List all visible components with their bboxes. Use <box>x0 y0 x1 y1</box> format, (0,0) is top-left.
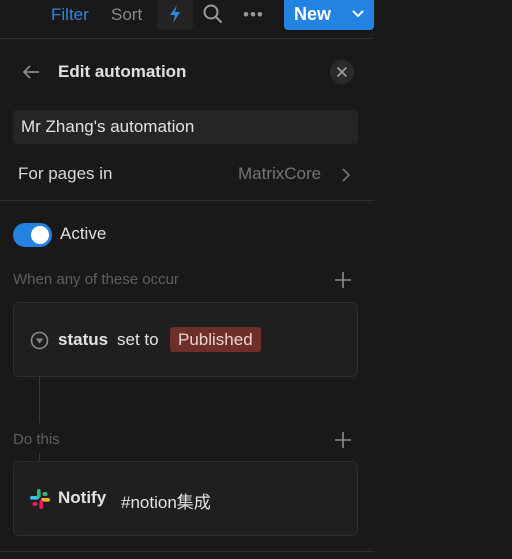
add-trigger-icon[interactable] <box>334 271 352 289</box>
triggers-section-label: When any of these occur <box>13 271 179 288</box>
sort-button[interactable]: Sort <box>111 4 142 26</box>
action-card[interactable]: Notify #notion集成 <box>13 461 358 536</box>
add-action-icon[interactable] <box>334 431 352 449</box>
action-target: #notion集成 <box>121 493 211 512</box>
new-button-label: New <box>294 4 332 24</box>
slack-icon <box>30 489 50 509</box>
status-circle-icon <box>30 331 49 350</box>
scope-value[interactable]: MatrixCore <box>238 164 321 184</box>
trigger-property: status <box>58 330 109 349</box>
actions-section-label: Do this <box>13 431 60 448</box>
automation-name-input[interactable] <box>13 110 358 144</box>
panel-title: Edit automation <box>58 62 187 81</box>
trigger-verb: set to <box>117 330 159 349</box>
action-verb: Notify <box>58 488 107 507</box>
automations-button[interactable] <box>157 0 193 30</box>
trigger-card[interactable]: status set to Published <box>13 302 358 377</box>
close-icon <box>336 66 348 78</box>
active-toggle[interactable] <box>13 223 52 247</box>
divider <box>0 551 374 552</box>
toggle-knob <box>31 226 49 244</box>
flow-connector <box>39 377 40 423</box>
lightning-bolt-icon <box>170 5 180 23</box>
filter-button[interactable]: Filter <box>51 4 89 26</box>
scope-row[interactable]: For pages in MatrixCore <box>0 160 374 190</box>
new-button[interactable]: New <box>284 0 374 30</box>
flow-connector <box>39 453 40 461</box>
active-label: Active <box>60 224 107 243</box>
status-badge: Published <box>170 327 261 352</box>
more-options-button[interactable]: ••• <box>243 5 264 25</box>
panel-header: Edit automation <box>0 56 374 88</box>
automation-panel: Filter Sort ••• New Edit automation For … <box>0 0 374 559</box>
database-toolbar: Filter Sort ••• New <box>0 0 374 39</box>
search-button[interactable] <box>203 3 223 30</box>
arrow-left-icon[interactable] <box>21 64 41 80</box>
chevron-down-icon[interactable] <box>351 9 365 19</box>
scope-label: For pages in <box>18 164 113 183</box>
divider <box>0 200 374 201</box>
close-button[interactable] <box>330 60 354 84</box>
search-icon <box>203 4 222 23</box>
chevron-right-icon <box>342 168 351 182</box>
